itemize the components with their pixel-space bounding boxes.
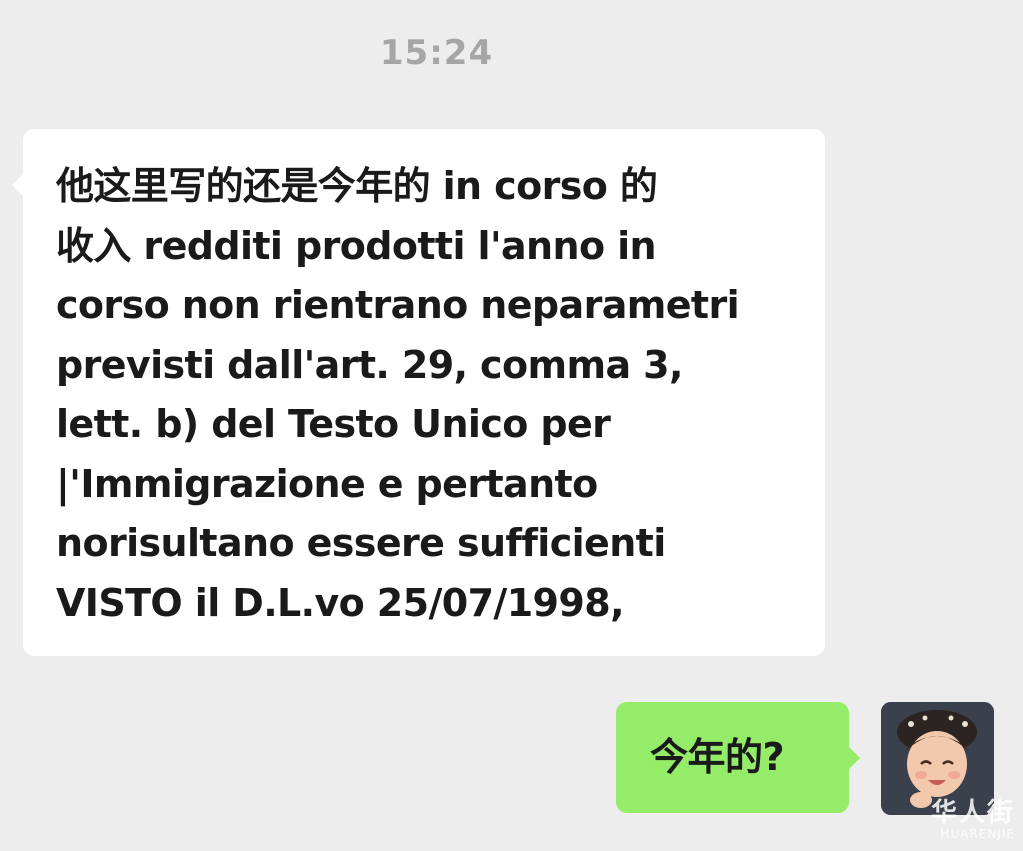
message-line: previsti dall'art. 29, comma 3, (56, 342, 683, 387)
outgoing-message-bubble[interactable]: 今年的? (616, 702, 860, 813)
message-line: 收入 redditi prodotti l'anno in (56, 223, 657, 268)
outgoing-message-text: 今年的? (650, 735, 785, 779)
message-line: lett. b) del Testo Unico per (56, 402, 611, 446)
watermark-cn: 华人街 (930, 798, 1015, 828)
message-line: 他这里写的还是今年的 in corso 的 (56, 164, 658, 208)
message-line: |'Immigrazione e pertanto (56, 461, 598, 506)
message-line: VISTO il D.L.vo 25/07/1998, (56, 580, 625, 625)
site-watermark: 华人街 HUARENJIE (865, 799, 1015, 845)
incoming-message-bubble[interactable]: 他这里写的还是今年的 in corso 的 收入 redditi prodott… (12, 129, 825, 656)
message-line: corso non rientrano neparametri (56, 283, 740, 327)
message-timestamp: 15:24 (379, 33, 494, 73)
watermark-en: HUARENJIE (940, 827, 1015, 841)
message-line: norisultano essere sufficienti (56, 521, 666, 565)
